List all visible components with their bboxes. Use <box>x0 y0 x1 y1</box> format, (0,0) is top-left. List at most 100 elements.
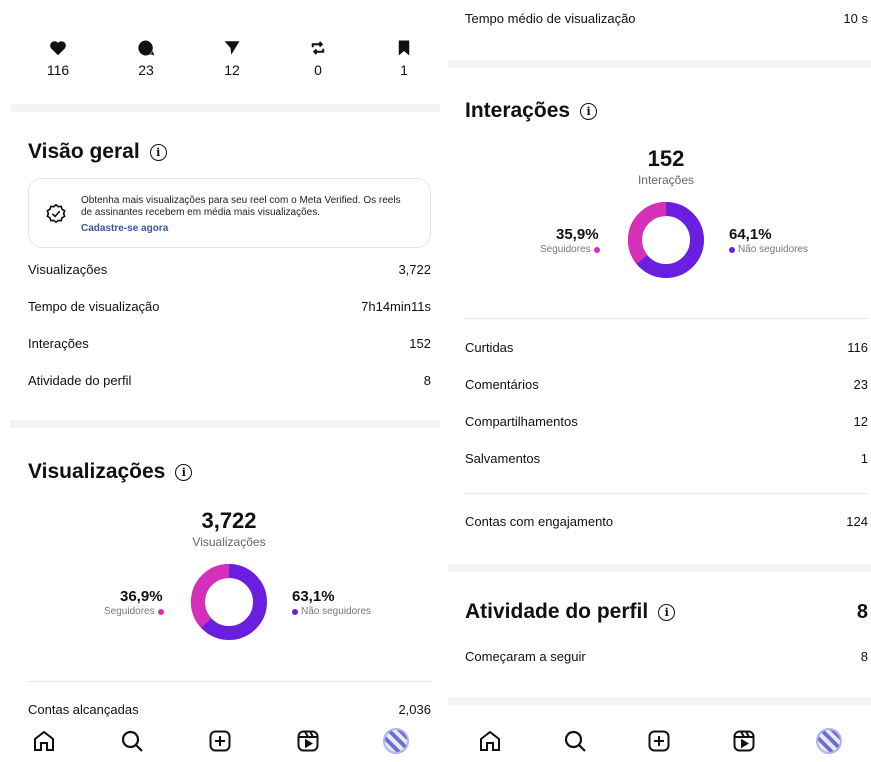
left-insights-panel: 116 23 12 0 1 Visão geral i Obtenha mais… <box>0 0 440 762</box>
meta-verified-card: Obtenha mais visualizações para seu reel… <box>28 178 431 248</box>
profile-activity-title: Atividade do perfil i <box>465 600 676 624</box>
search-icon[interactable] <box>559 725 591 757</box>
row-value: 1 <box>860 451 868 466</box>
interactions-followers-label: Seguidores <box>540 244 600 255</box>
row-label: Salvamentos <box>465 451 541 466</box>
shares-stat: 12 <box>202 38 262 78</box>
comments-stat: 23 <box>116 38 176 78</box>
comment-icon <box>116 38 176 58</box>
engaged-accounts-row: Contas com engajamento 124 <box>465 514 868 529</box>
bottom-nav <box>448 720 871 762</box>
row-label: Contas alcançadas <box>28 702 139 717</box>
heart-icon <box>28 38 88 58</box>
comments-row: Comentários 23 <box>465 377 868 392</box>
non-followers-dot <box>292 608 298 615</box>
overview-row-interactions: Interações 152 <box>28 336 431 351</box>
section-divider <box>448 697 871 705</box>
divider <box>465 493 868 494</box>
reels-icon[interactable] <box>728 725 760 757</box>
send-icon <box>202 38 262 58</box>
overview-row-profile-activity: Atividade do perfil 8 <box>28 373 431 388</box>
verified-badge-icon <box>45 203 67 230</box>
row-value: 3,722 <box>398 262 431 277</box>
card-message: Obtenha mais visualizações para seu reel… <box>81 195 401 218</box>
row-value: 7h14min11s <box>361 299 431 314</box>
profile-activity-total: 8 <box>856 601 868 623</box>
row-label: Tempo médio de visualização <box>465 11 636 26</box>
overview-title-text: Visão geral <box>28 140 140 163</box>
row-label: Visualizações <box>28 262 108 277</box>
row-label: Compartilhamentos <box>465 414 578 429</box>
row-value: 8 <box>860 649 868 664</box>
avatar[interactable] <box>383 728 409 754</box>
reach-row: Contas alcançadas 2,036 <box>28 702 431 717</box>
interactions-title: Interações i <box>465 99 598 123</box>
info-icon[interactable]: i <box>175 463 193 481</box>
overview-title: Visão geral i <box>28 140 167 164</box>
overview-row-watch-time: Tempo de visualização 7h14min11s <box>28 299 431 314</box>
avg-watch-time-row: Tempo médio de visualização 10 s <box>465 11 868 26</box>
bottom-nav <box>0 720 440 762</box>
views-followers-pct: 36,9% <box>120 588 163 605</box>
info-icon[interactable]: i <box>580 102 598 120</box>
bookmark-icon <box>374 38 434 58</box>
views-title: Visualizações i <box>28 460 193 484</box>
views-non-followers-pct: 63,1% <box>292 588 335 605</box>
profile-avatar[interactable] <box>813 725 845 757</box>
reels-icon[interactable] <box>292 725 324 757</box>
views-title-text: Visualizações <box>28 460 166 483</box>
home-icon[interactable] <box>474 725 506 757</box>
views-non-followers-label: Não seguidores <box>292 606 371 617</box>
row-value: 10 s <box>843 11 868 26</box>
interactions-non-followers-pct: 64,1% <box>729 226 772 243</box>
likes-row: Curtidas 116 <box>465 340 868 355</box>
interactions-followers-pct: 35,9% <box>556 226 599 243</box>
row-label: Contas com engajamento <box>465 514 614 529</box>
comments-count: 23 <box>138 62 154 78</box>
repost-icon <box>288 38 348 58</box>
section-divider <box>448 564 871 572</box>
interactions-title-text: Interações <box>465 99 571 122</box>
reposts-count: 0 <box>314 62 322 78</box>
signup-link[interactable]: Cadastre-se agora <box>81 223 168 234</box>
shares-count: 12 <box>224 62 240 78</box>
likes-stat: 116 <box>28 38 88 78</box>
home-icon[interactable] <box>28 725 60 757</box>
row-value: 23 <box>853 377 868 392</box>
followers-dot <box>593 246 600 253</box>
info-icon[interactable]: i <box>149 143 167 161</box>
new-followers-row: Começaram a seguir 8 <box>465 649 868 664</box>
create-icon[interactable] <box>643 725 675 757</box>
row-value: 8 <box>423 373 431 388</box>
saves-count: 1 <box>400 62 408 78</box>
avatar[interactable] <box>815 728 842 754</box>
create-icon[interactable] <box>204 725 236 757</box>
non-followers-dot <box>729 246 735 253</box>
search-icon[interactable] <box>116 725 148 757</box>
saves-row: Salvamentos 1 <box>465 451 868 466</box>
info-icon[interactable]: i <box>658 603 676 621</box>
row-value: 2,036 <box>398 702 431 717</box>
profile-avatar[interactable] <box>380 725 412 757</box>
row-label: Interações <box>28 336 89 351</box>
row-label: Atividade do perfil <box>28 373 132 388</box>
likes-count: 116 <box>46 62 70 78</box>
profile-activity-title-text: Atividade do perfil <box>465 600 649 623</box>
divider <box>465 318 868 319</box>
interactions-non-followers-label: Não seguidores <box>729 244 808 255</box>
right-insights-panel: Tempo médio de visualização 10 s Interaç… <box>448 0 871 762</box>
overview-row-views: Visualizações 3,722 <box>28 262 431 277</box>
section-divider <box>10 104 440 112</box>
shares-row: Compartilhamentos 12 <box>465 414 868 429</box>
interactions-donut-chart <box>628 202 704 278</box>
row-label: Curtidas <box>465 340 514 355</box>
row-value: 12 <box>853 414 868 429</box>
section-divider <box>10 420 440 428</box>
followers-dot <box>157 608 164 615</box>
row-label: Começaram a seguir <box>465 649 586 664</box>
views-followers-label: Seguidores <box>104 606 164 617</box>
views-donut-chart <box>191 564 267 640</box>
saves-stat: 1 <box>374 38 434 78</box>
legend-text: Seguidores <box>104 606 155 617</box>
reposts-stat: 0 <box>288 38 348 78</box>
